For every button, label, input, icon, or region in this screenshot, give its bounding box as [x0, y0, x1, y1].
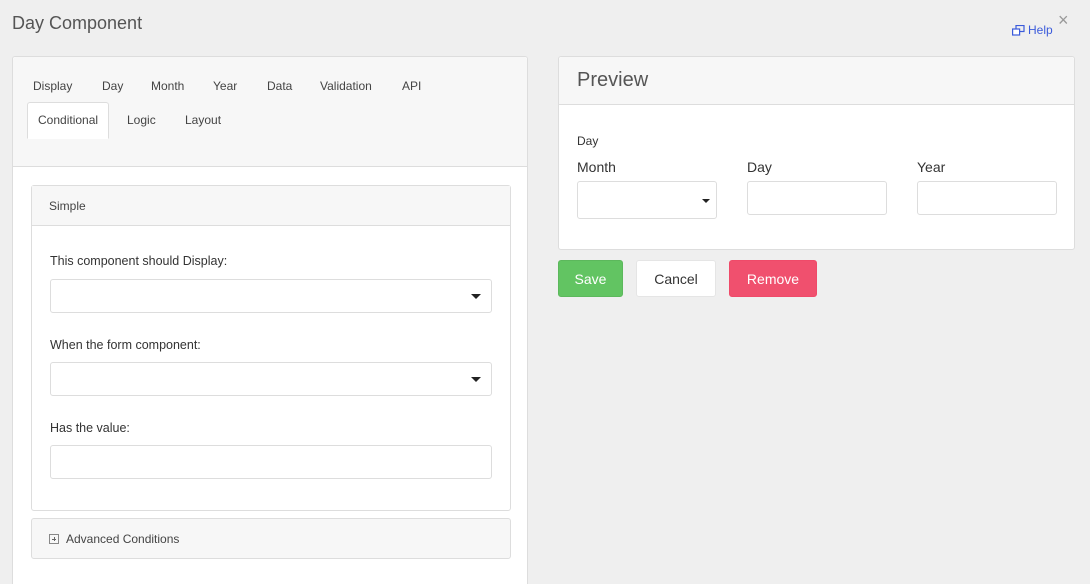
edit-form-panel: Display Day Month Year Data Validation A… [12, 56, 528, 584]
preview-panel: Preview Day Month Day Year [558, 56, 1075, 250]
advanced-conditions-toggle[interactable]: Advanced Conditions [31, 518, 511, 559]
value-input[interactable] [50, 445, 492, 479]
when-select[interactable] [50, 362, 492, 396]
when-label: When the form component: [50, 338, 201, 352]
close-icon[interactable]: × [1058, 10, 1069, 30]
display-select[interactable] [50, 279, 492, 313]
tab-day[interactable]: Day [102, 79, 123, 93]
tab-data[interactable]: Data [267, 79, 292, 93]
tab-conditional[interactable]: Conditional [27, 102, 110, 139]
plus-square-icon [49, 533, 59, 544]
preview-month-label: Month [577, 159, 616, 175]
simple-card: Simple This component should Display: Wh… [31, 185, 511, 511]
preview-month-select[interactable] [577, 181, 717, 219]
preview-year-input[interactable] [917, 181, 1057, 215]
tab-display[interactable]: Display [33, 79, 72, 93]
remove-button[interactable]: Remove [729, 260, 817, 297]
advanced-conditions-label: Advanced Conditions [66, 531, 180, 546]
save-button[interactable]: Save [558, 260, 623, 297]
tab-api[interactable]: API [402, 79, 421, 93]
preview-year-label: Year [917, 159, 946, 175]
tab-month[interactable]: Month [151, 79, 184, 93]
display-label: This component should Display: [50, 254, 228, 268]
caret-down-icon [702, 199, 710, 203]
preview-title: Preview [559, 57, 1074, 105]
tab-layout[interactable]: Layout [185, 113, 221, 127]
tab-logic[interactable]: Logic [127, 113, 156, 127]
tab-bar: Display Day Month Year Data Validation A… [13, 57, 527, 167]
preview-component-label: Day [577, 134, 599, 148]
preview-day-input[interactable] [747, 181, 887, 215]
value-label: Has the value: [50, 421, 130, 435]
cancel-button[interactable]: Cancel [636, 260, 716, 297]
help-label: Help [1028, 23, 1053, 37]
tab-year[interactable]: Year [213, 79, 237, 93]
help-link[interactable]: Help [1012, 23, 1053, 37]
preview-day-label: Day [747, 159, 772, 175]
simple-header: Simple [32, 186, 510, 226]
tab-validation[interactable]: Validation [320, 79, 372, 93]
modal-title: Day Component [12, 13, 143, 33]
external-window-icon [1012, 24, 1025, 36]
caret-down-icon [471, 294, 481, 299]
caret-down-icon [471, 377, 481, 382]
